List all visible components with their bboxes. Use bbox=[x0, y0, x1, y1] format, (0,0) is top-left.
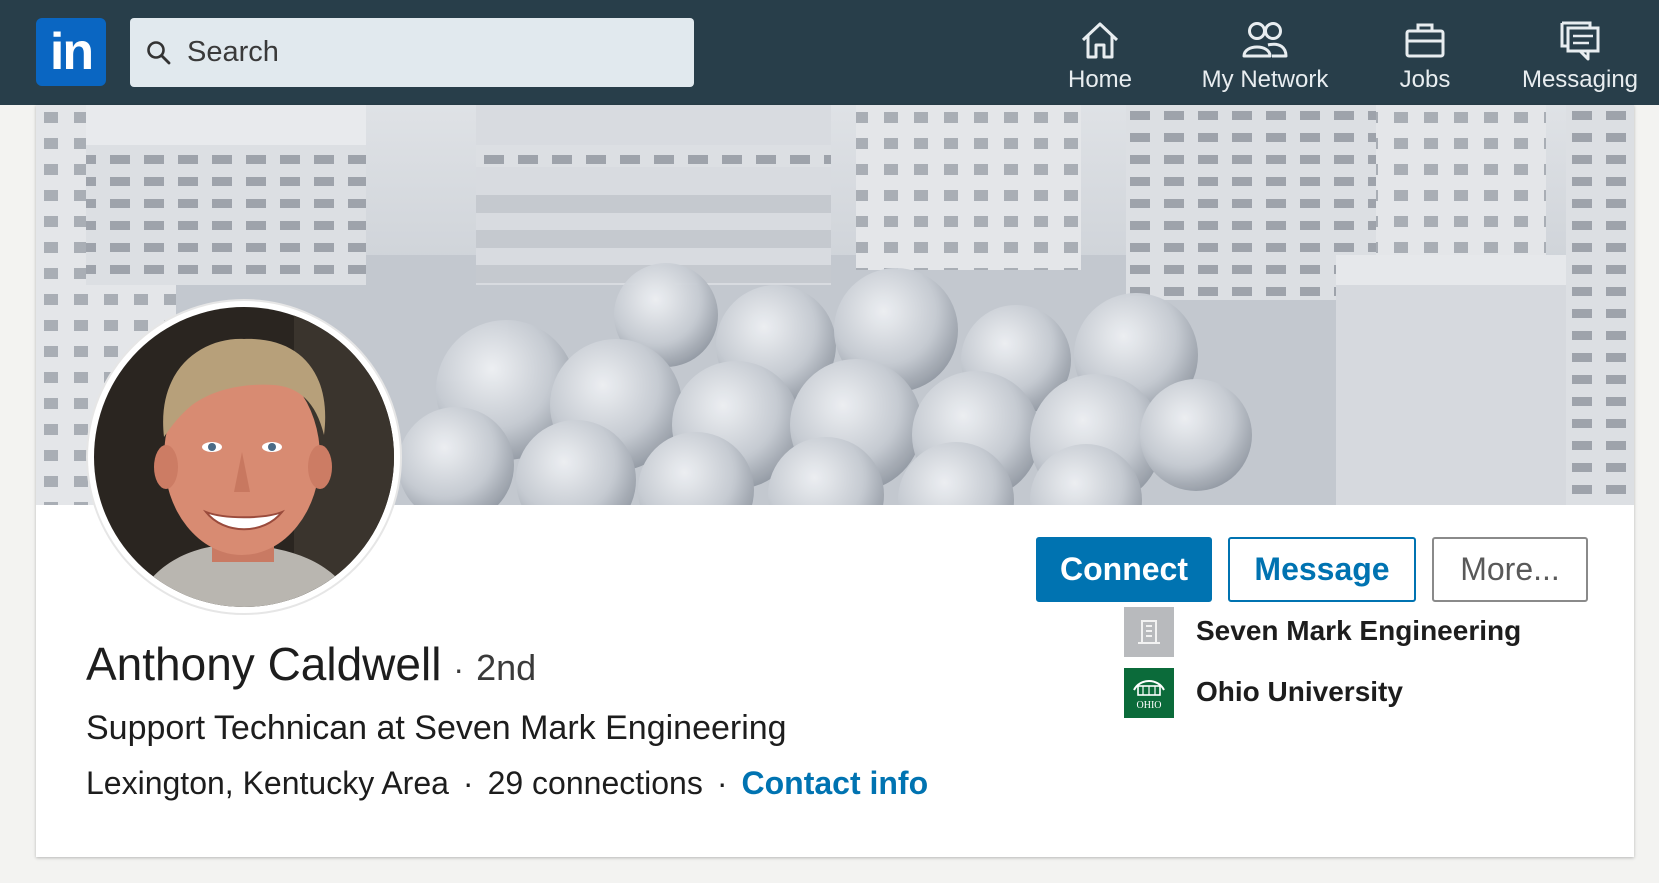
separator-dot: · bbox=[453, 651, 465, 687]
profile-photo[interactable] bbox=[88, 301, 400, 613]
ohio-university-logo: OHIO bbox=[1124, 668, 1174, 718]
nav-home[interactable]: Home bbox=[1060, 18, 1140, 98]
nav-messaging[interactable]: Messaging bbox=[1515, 18, 1645, 98]
search-input[interactable]: Search bbox=[130, 18, 694, 87]
profile-card: Connect Message More... Anthony Caldwell… bbox=[36, 105, 1634, 857]
search-placeholder: Search bbox=[187, 36, 279, 68]
profile-headline: Support Technican at Seven Mark Engineer… bbox=[86, 709, 787, 747]
name-row: Anthony Caldwell · 2nd bbox=[86, 637, 536, 691]
profile-location: Lexington, Kentucky Area bbox=[86, 765, 449, 801]
separator-dot: · bbox=[716, 765, 728, 801]
org-company-name: Seven Mark Engineering bbox=[1196, 615, 1522, 646]
nav-home-label: Home bbox=[1067, 66, 1133, 93]
ohio-logo-text: OHIO bbox=[1137, 700, 1162, 711]
nav-jobs-label: Jobs bbox=[1399, 66, 1451, 93]
profile-meta: Lexington, Kentucky Area · 29 connections ·… bbox=[86, 765, 928, 802]
contact-info-link[interactable]: Contact info bbox=[741, 765, 928, 801]
briefcase-icon bbox=[1405, 23, 1445, 58]
nav-jobs[interactable]: Jobs bbox=[1385, 18, 1465, 98]
nav-messaging-label: Messaging bbox=[1521, 66, 1639, 93]
separator-dot: · bbox=[462, 765, 474, 801]
nav-my-network-label: My Network bbox=[1201, 66, 1329, 93]
org-school-name: Ohio University bbox=[1196, 676, 1403, 707]
connection-degree: 2nd bbox=[476, 647, 537, 688]
search-icon bbox=[147, 41, 171, 65]
linkedin-logo[interactable]: in bbox=[36, 18, 106, 86]
nav-my-network[interactable]: My Network bbox=[1190, 18, 1340, 98]
avatar-portrait bbox=[94, 307, 394, 607]
messaging-icon bbox=[1560, 21, 1600, 61]
message-button[interactable]: Message bbox=[1228, 537, 1416, 602]
more-button[interactable]: More... bbox=[1432, 537, 1588, 602]
profile-name: Anthony Caldwell bbox=[86, 638, 442, 690]
connections-count: 29 connections bbox=[487, 765, 703, 801]
network-icon bbox=[1242, 22, 1288, 58]
connect-button[interactable]: Connect bbox=[1036, 537, 1212, 602]
home-icon bbox=[1081, 22, 1119, 59]
top-navigation-bar: in Search Home My Network Jobs Messaging bbox=[0, 0, 1659, 105]
company-placeholder-icon bbox=[1124, 607, 1174, 657]
